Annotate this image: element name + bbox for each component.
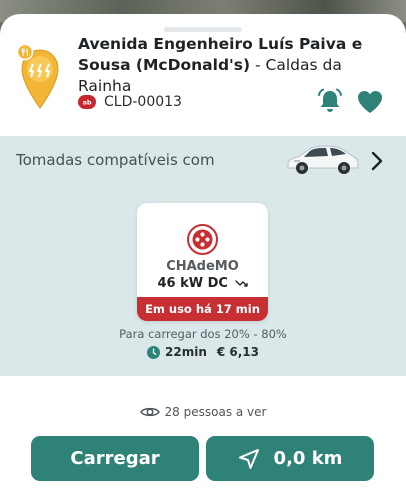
station-address: Avenida Engenheiro Luís Paiva e Sousa (M… <box>78 34 398 97</box>
connector-status-badge: Em uso há 17 min <box>137 297 268 321</box>
ev-car-icon[interactable] <box>284 140 360 178</box>
viewers-row: 28 pessoas a ver <box>0 405 406 419</box>
connector-type: CHAdeMO <box>166 259 239 274</box>
chevron-right-icon[interactable] <box>368 149 386 173</box>
clock-icon <box>147 345 160 359</box>
charge-time: 22min <box>165 345 207 359</box>
charge-cost: € 6,13 <box>216 345 259 359</box>
trend-down-icon <box>234 280 248 287</box>
station-id: CLD-00013 <box>104 94 182 110</box>
svg-text:ab: ab <box>82 99 91 107</box>
chademo-plug-icon <box>187 224 218 255</box>
charge-button-label: Carregar <box>70 448 160 469</box>
notification-bell-icon[interactable] <box>315 86 345 116</box>
charge-range-text: Para carregar dos 20% - 80% <box>119 327 287 341</box>
station-id-row: ab CLD-00013 <box>78 92 182 112</box>
connector-power: 46 kW DC <box>157 276 228 291</box>
compatible-sockets-label[interactable]: Tomadas compatíveis com <box>16 151 215 169</box>
charge-button[interactable]: Carregar <box>31 436 199 481</box>
distance-label: 0,0 km <box>273 448 343 469</box>
eye-icon <box>139 407 160 417</box>
lightning-pin-icon <box>17 44 59 109</box>
viewers-count: 28 pessoas a ver <box>164 405 267 419</box>
operator-logo: ab <box>78 95 96 109</box>
favorite-heart-icon[interactable] <box>355 88 385 116</box>
navigate-button[interactable]: 0,0 km <box>206 436 374 481</box>
connector-power-row: 46 kW DC <box>137 276 268 291</box>
navigation-arrow-icon <box>238 448 259 469</box>
charge-estimate-row: 22min € 6,13 <box>0 345 406 359</box>
connector-card[interactable]: CHAdeMO 46 kW DC Em uso há 17 min <box>137 203 268 321</box>
sheet-drag-handle[interactable] <box>164 27 242 32</box>
